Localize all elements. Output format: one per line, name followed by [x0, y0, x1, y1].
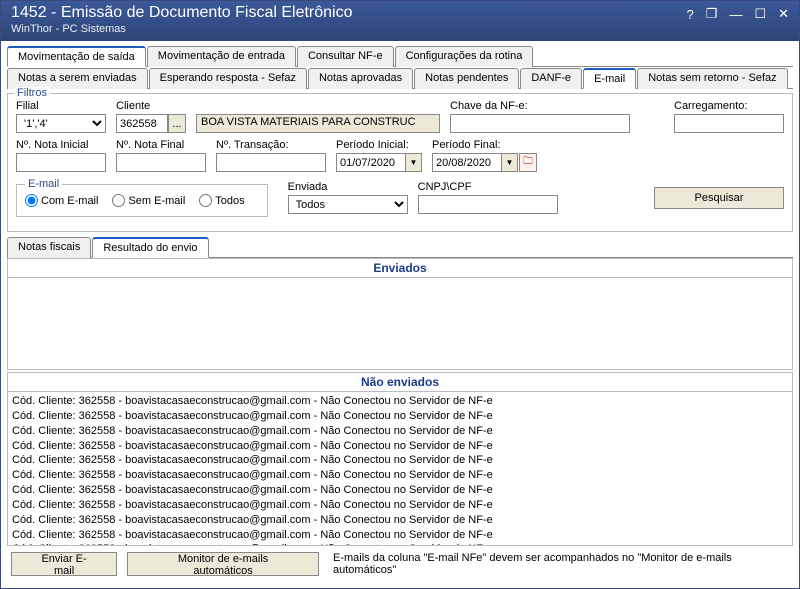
monitor-button[interactable]: Monitor de e-mails automáticos: [127, 552, 319, 576]
enviados-panel: [7, 278, 793, 370]
tabs-sub-tab-0[interactable]: Notas a serem enviadas: [7, 68, 148, 89]
periodo-inicial-label: Período Inicial:: [336, 139, 422, 151]
nao-enviados-panel[interactable]: Cód. Cliente: 362558 - boavistacasaecons…: [7, 392, 793, 546]
calendar-icon[interactable]: 🗀: [519, 153, 537, 172]
titlebar: 1452 - Emissão de Documento Fiscal Eletr…: [1, 1, 799, 41]
nao-enviado-line[interactable]: Cód. Cliente: 362558 - boavistacasaecons…: [12, 513, 788, 528]
enviar-email-button[interactable]: Enviar E-mail: [11, 552, 117, 576]
nao-enviado-line[interactable]: Cód. Cliente: 362558 - boavistacasaecons…: [12, 409, 788, 424]
tabs-result: Notas fiscaisResultado do envio: [7, 236, 793, 258]
window-controls: ? ❐ — ☐ ✕: [687, 4, 789, 22]
chave-input[interactable]: [450, 114, 630, 133]
filial-select[interactable]: '1','4': [16, 114, 106, 133]
content-area: Movimentação de saídaMovimentação de ent…: [1, 41, 799, 586]
transacao-input[interactable]: [216, 153, 326, 172]
nota-inicial-label: Nº. Nota Inicial: [16, 139, 106, 151]
filters-panel: Filtros Filial '1','4' Cliente ...: [7, 93, 793, 232]
tabs-sub-tab-5[interactable]: E-mail: [583, 68, 636, 89]
filial-label: Filial: [16, 100, 106, 112]
periodo-inicial-input[interactable]: [336, 153, 406, 172]
email-fieldset: E-mail Com E-mail Sem E-mail Todos: [16, 178, 268, 217]
chave-label: Chave da NF-e:: [450, 100, 630, 112]
tabs-sub-tab-6[interactable]: Notas sem retorno - Sefaz: [637, 68, 787, 89]
cliente-lookup-button[interactable]: ...: [168, 114, 186, 133]
nao-enviado-line[interactable]: Cód. Cliente: 362558 - boavistacasaecons…: [12, 424, 788, 439]
nao-enviado-line[interactable]: Cód. Cliente: 362558 - boavistacasaecons…: [12, 453, 788, 468]
nao-enviado-line[interactable]: Cód. Cliente: 362558 - boavistacasaecons…: [12, 439, 788, 454]
app-window: 1452 - Emissão de Documento Fiscal Eletr…: [0, 0, 800, 589]
periodo-inicial-dropdown-icon[interactable]: ▼: [406, 153, 422, 172]
close-icon[interactable]: ✕: [778, 6, 789, 22]
periodo-final-dropdown-icon[interactable]: ▼: [502, 153, 518, 172]
tabs-main: Movimentação de saídaMovimentação de ent…: [7, 45, 793, 67]
tabs-sub: Notas a serem enviadasEsperando resposta…: [7, 67, 793, 89]
nao-enviados-header: Não enviados: [7, 372, 793, 392]
email-radio-0[interactable]: Com E-mail: [25, 194, 98, 207]
nao-enviado-line[interactable]: Cód. Cliente: 362558 - boavistacasaecons…: [12, 468, 788, 483]
tabs-sub-tab-2[interactable]: Notas aprovadas: [308, 68, 413, 89]
tabs-result-tab-0[interactable]: Notas fiscais: [7, 237, 91, 258]
help-icon[interactable]: ?: [687, 7, 694, 22]
enviada-label: Enviada: [288, 181, 408, 193]
cliente-nome-display: BOA VISTA MATERIAIS PARA CONSTRUC: [196, 114, 440, 133]
tabs-sub-tab-4[interactable]: DANF-e: [520, 68, 582, 89]
enviada-select[interactable]: Todos: [288, 195, 408, 214]
minimize-icon[interactable]: —: [729, 7, 742, 22]
cnpj-label: CNPJ\CPF: [418, 181, 558, 193]
carregamento-label: Carregamento:: [674, 100, 784, 112]
carregamento-input[interactable]: [674, 114, 784, 133]
cliente-input[interactable]: [116, 114, 168, 133]
email-legend: E-mail: [25, 178, 62, 190]
nao-enviado-line[interactable]: Cód. Cliente: 362558 - boavistacasaecons…: [12, 394, 788, 409]
nao-enviado-line[interactable]: Cód. Cliente: 362558 - boavistacasaecons…: [12, 498, 788, 513]
tabs-sub-tab-3[interactable]: Notas pendentes: [414, 68, 519, 89]
nao-enviado-line[interactable]: Cód. Cliente: 362558 - boavistacasaecons…: [12, 528, 788, 543]
restore-icon[interactable]: ❐: [706, 6, 718, 22]
maximize-icon[interactable]: ☐: [754, 6, 766, 22]
tabs-result-tab-1[interactable]: Resultado do envio: [92, 237, 208, 258]
tabs-main-tab-1[interactable]: Movimentação de entrada: [147, 46, 296, 67]
footer-info: E-mails da coluna "E-mail NFe" devem ser…: [333, 552, 789, 576]
tabs-main-tab-0[interactable]: Movimentação de saída: [7, 46, 146, 67]
tabs-sub-tab-1[interactable]: Esperando resposta - Sefaz: [149, 68, 307, 89]
nao-enviado-line[interactable]: Cód. Cliente: 362558 - boavistacasaecons…: [12, 483, 788, 498]
tabs-main-tab-3[interactable]: Configurações da rotina: [395, 46, 534, 67]
email-radio-1[interactable]: Sem E-mail: [112, 194, 185, 207]
nota-inicial-input[interactable]: [16, 153, 106, 172]
enviados-header: Enviados: [7, 258, 793, 278]
nota-final-label: Nº. Nota Final: [116, 139, 206, 151]
cnpj-input[interactable]: [418, 195, 558, 214]
email-radio-2[interactable]: Todos: [199, 194, 244, 207]
nota-final-input[interactable]: [116, 153, 206, 172]
periodo-final-input[interactable]: [432, 153, 502, 172]
filters-legend: Filtros: [14, 87, 50, 99]
footer: Enviar E-mail Monitor de e-mails automát…: [7, 546, 793, 582]
cliente-label: Cliente: [116, 100, 186, 112]
window-subtitle: WinThor - PC Sistemas: [11, 23, 353, 35]
pesquisar-button[interactable]: Pesquisar: [654, 187, 784, 209]
title-text: 1452 - Emissão de Documento Fiscal Eletr…: [11, 4, 353, 35]
periodo-final-label: Período Final:: [432, 139, 537, 151]
tabs-main-tab-2[interactable]: Consultar NF-e: [297, 46, 394, 67]
window-title: 1452 - Emissão de Documento Fiscal Eletr…: [11, 4, 353, 22]
transacao-label: Nº. Transação:: [216, 139, 326, 151]
